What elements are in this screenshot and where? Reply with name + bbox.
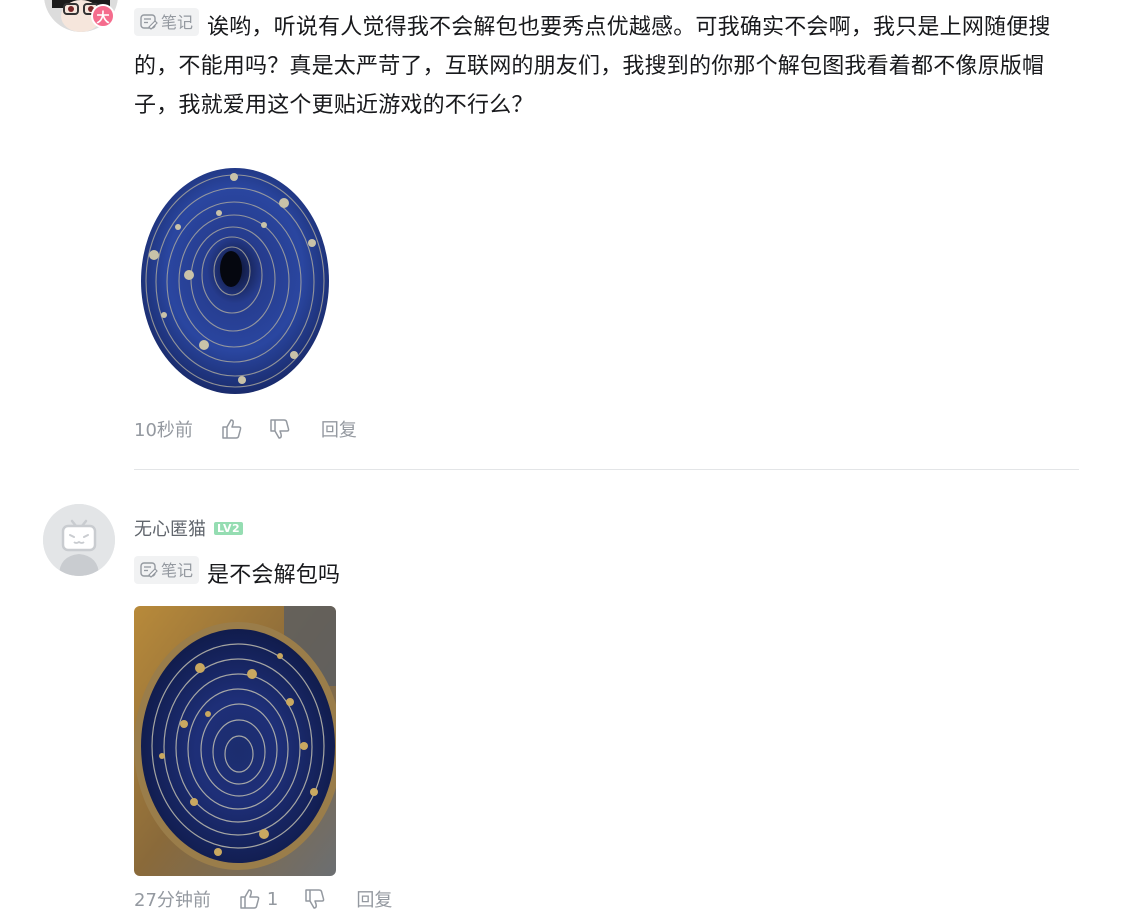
avatar-badge: 大	[91, 4, 115, 28]
comment-content: 诶哟，听说有人觉得我不会解包也要秀点优越感。可我确实不会啊，我只是上网随便搜的，…	[134, 15, 1051, 118]
thumbs-down-icon	[305, 889, 325, 909]
note-tag[interactable]: 笔记	[134, 8, 200, 36]
like-count: 1	[266, 888, 279, 910]
comment-meta: 10秒前 回复	[134, 417, 357, 441]
comment-time: 10秒前	[134, 420, 193, 441]
username[interactable]: 无心匿猫 LV2	[134, 515, 244, 541]
comment-meta: 27分钟前 1 回复	[134, 886, 392, 912]
note-tag[interactable]: 笔记	[134, 556, 200, 584]
like-button[interactable]: 1	[239, 888, 278, 910]
comment-text: 笔记 诶哟，听说有人觉得我不会解包也要秀点优越感。可我确实不会啊，我只是上网随便…	[134, 8, 1084, 125]
note-icon	[140, 562, 158, 578]
thumbs-up-icon	[222, 419, 242, 439]
divider	[134, 469, 1079, 470]
comment-image[interactable]	[134, 606, 336, 876]
note-tag-label: 笔记	[161, 560, 194, 580]
reply-button[interactable]: 回复	[321, 416, 357, 442]
like-button[interactable]	[221, 418, 243, 440]
dislike-button[interactable]	[304, 888, 326, 910]
reply-button[interactable]: 回复	[356, 886, 392, 912]
comment-content: 是不会解包吗	[207, 563, 341, 588]
thumbs-up-icon	[240, 889, 260, 909]
level-badge: LV2	[214, 521, 244, 535]
hat-image	[141, 168, 329, 394]
username-text[interactable]: 无心匿猫	[134, 515, 206, 541]
thumbs-down-icon	[270, 419, 290, 439]
comment-image[interactable]	[134, 165, 334, 397]
comment-text: 笔记 是不会解包吗	[134, 556, 1084, 595]
avatar[interactable]	[43, 504, 115, 576]
note-tag-label: 笔记	[161, 12, 194, 32]
comment-time: 27分钟前	[134, 890, 211, 911]
dislike-button[interactable]	[269, 418, 291, 440]
bilibili-tv-avatar-icon	[43, 504, 115, 576]
note-icon	[140, 14, 158, 30]
hat-photo	[134, 606, 336, 876]
